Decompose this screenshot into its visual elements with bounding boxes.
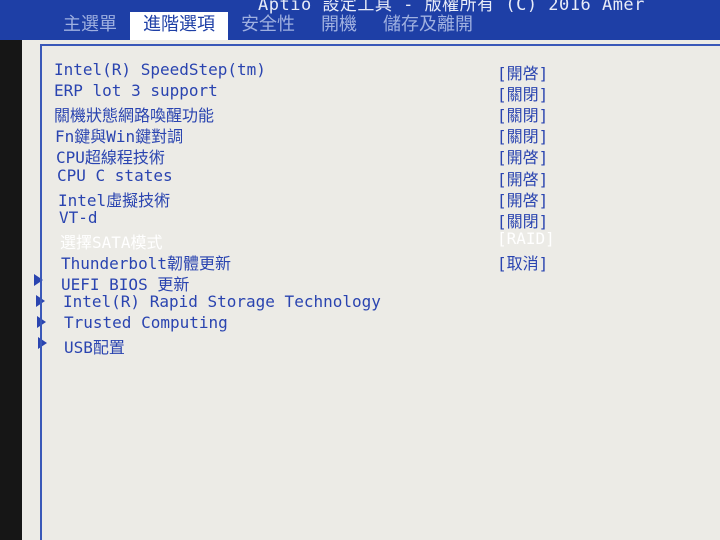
tab-save-exit[interactable]: 儲存及離開 <box>370 12 486 40</box>
tab-main[interactable]: 主選單 <box>50 12 130 40</box>
panel-border <box>40 44 720 540</box>
tab-advanced[interactable]: 進階選項 <box>130 12 228 40</box>
tab-security[interactable]: 安全性 <box>228 12 308 40</box>
bios-header: Aptio 設定工具 - 版權所有 (C) 2016 Amer 主選單 進階選項… <box>0 0 720 40</box>
bios-screen: Aptio 設定工具 - 版權所有 (C) 2016 Amer 主選單 進階選項… <box>0 0 720 540</box>
tab-boot[interactable]: 開機 <box>308 12 370 40</box>
tab-bar: 主選單 進階選項 安全性 開機 儲存及離開 <box>50 12 486 40</box>
screen-bezel <box>0 40 22 540</box>
